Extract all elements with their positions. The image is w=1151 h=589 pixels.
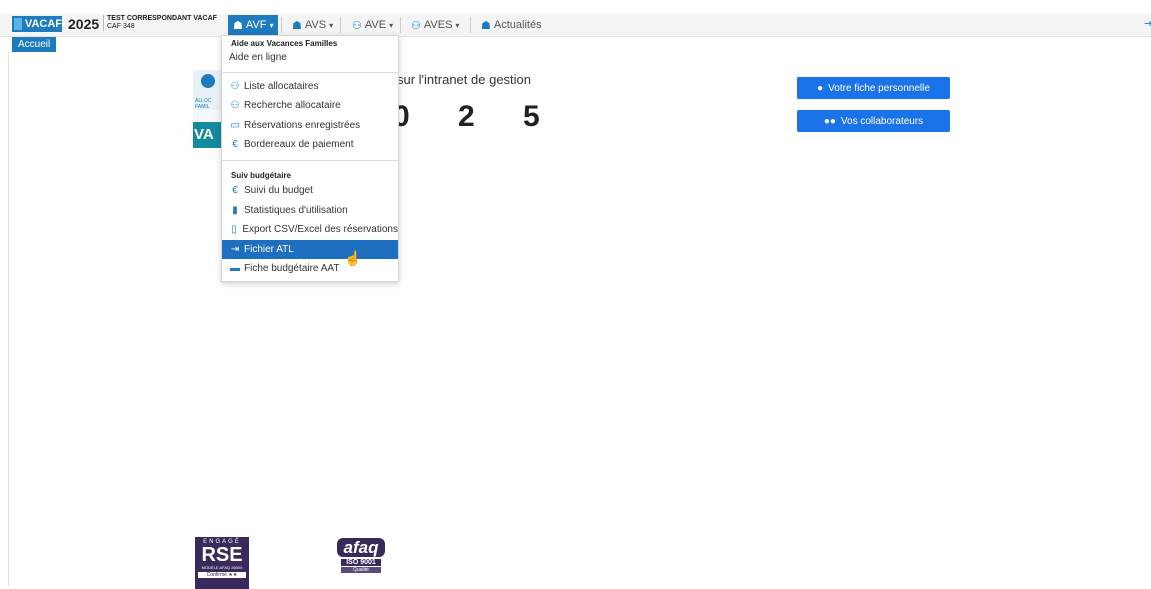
avf-dropdown-menu: Aide aux Vacances Familles Aide en ligne… bbox=[221, 35, 399, 282]
collaborators-label: Vos collaborateurs bbox=[840, 115, 924, 127]
menu-divider bbox=[222, 72, 398, 73]
page-divider bbox=[8, 52, 9, 586]
nav-divider bbox=[340, 17, 341, 33]
nav-ave-label: AVE bbox=[364, 19, 387, 31]
menu-divider bbox=[222, 160, 398, 161]
nav-avf-dropdown[interactable]: ☗ AVF ▾ bbox=[228, 15, 279, 35]
menu-item-aide-en-ligne[interactable]: Aide en ligne bbox=[222, 48, 398, 67]
nav-divider bbox=[400, 17, 401, 33]
current-user: TEST CORRESPONDANT VACAF CAF 348 bbox=[103, 15, 217, 31]
nav-divider bbox=[281, 17, 282, 33]
menu-item-bordereaux[interactable]: € Bordereaux de paiement bbox=[222, 135, 398, 154]
afaq-main-text: afaq bbox=[337, 538, 385, 557]
afaq-badge: afaq ISO 9001 Qualité bbox=[335, 538, 387, 589]
people-icon: ⚇ bbox=[230, 100, 240, 111]
bar-chart-icon: ▮ bbox=[232, 205, 238, 216]
menu-item-label: Export CSV/Excel des réservations bbox=[242, 224, 398, 235]
menu-item-label: Réservations enregistrées bbox=[244, 120, 361, 131]
menu-header-avf: Aide aux Vacances Familles bbox=[231, 39, 338, 48]
rse-main-text: RSE bbox=[201, 544, 243, 566]
chevron-down-icon: ▾ bbox=[389, 20, 394, 30]
menu-item-export-csv[interactable]: ▯ Export CSV/Excel des réservations bbox=[222, 220, 398, 239]
people-icon: ⚇ bbox=[352, 19, 362, 32]
user-org: CAF 348 bbox=[107, 23, 135, 30]
file-csv-icon: ▯ bbox=[231, 224, 237, 235]
vacaf-logo-text: VACAF bbox=[24, 18, 62, 30]
file-export-icon: ⇥ bbox=[230, 244, 240, 255]
user-name: TEST CORRESPONDANT VACAF bbox=[107, 15, 217, 22]
personal-profile-label: Votre fiche personnelle bbox=[828, 82, 930, 94]
menu-item-label: Bordereaux de paiement bbox=[244, 139, 354, 150]
logo-vac-text: VA bbox=[193, 122, 223, 148]
family-icon: ☗ bbox=[481, 19, 491, 32]
bus-icon: ▬ bbox=[230, 263, 240, 274]
tab-accueil[interactable]: Accueil bbox=[12, 37, 57, 52]
family-icon: ☗ bbox=[233, 19, 243, 32]
people-icon: ⚇ bbox=[411, 19, 421, 32]
people-icon: ⚇ bbox=[230, 81, 240, 92]
vacaf-emblem-icon bbox=[14, 18, 22, 30]
nav-avs-dropdown[interactable]: ☗ AVS ▾ bbox=[292, 15, 333, 35]
menu-item-fichier-atl[interactable]: ⇥ Fichier ATL bbox=[222, 240, 398, 259]
brand-year: 2025 bbox=[68, 16, 100, 32]
personal-profile-button[interactable]: ● Votre fiche personnelle bbox=[797, 77, 950, 99]
chevron-down-icon: ▾ bbox=[455, 20, 460, 30]
menu-item-liste-allocataires[interactable]: ⚇ Liste allocataires bbox=[222, 77, 398, 96]
menu-item-label: Recherche allocataire bbox=[244, 100, 341, 111]
vacaf-brand-image: ALLOC FAMIL VA bbox=[193, 70, 223, 148]
menu-item-recherche-allocataire[interactable]: ⚇ Recherche allocataire bbox=[222, 96, 398, 115]
welcome-text: sur l'intranet de gestion bbox=[397, 72, 532, 87]
users-icon: ●● bbox=[823, 115, 836, 127]
afaq-quality-text: Qualité bbox=[341, 567, 381, 573]
rse-sub-text: MODÈLE AFAQ 26000 bbox=[201, 565, 243, 570]
menu-item-reservations[interactable]: ▭ Réservations enregistrées bbox=[222, 116, 398, 135]
euro-icon: € bbox=[232, 139, 238, 150]
menu-item-label: Aide en ligne bbox=[229, 52, 287, 63]
collaborators-button[interactable]: ●● Vos collaborateurs bbox=[797, 110, 950, 132]
afaq-iso-text: ISO 9001 bbox=[341, 559, 381, 566]
menu-item-statistiques[interactable]: ▮ Statistiques d'utilisation bbox=[222, 201, 398, 220]
menu-header-budget: Suiv budgétaire bbox=[231, 171, 292, 180]
vacaf-logo[interactable]: VACAF bbox=[12, 16, 62, 32]
menu-item-label: Statistiques d'utilisation bbox=[244, 205, 348, 216]
menu-item-label: Fichier ATL bbox=[244, 244, 294, 255]
nav-actualites-label: Actualités bbox=[493, 19, 542, 31]
family-icon: ☗ bbox=[292, 19, 302, 32]
logo-caption: ALLOC FAMIL bbox=[195, 98, 212, 110]
logout-icon[interactable]: ⇥ bbox=[1144, 17, 1151, 30]
nav-divider bbox=[470, 17, 471, 33]
nav-ave-dropdown[interactable]: ⚇ AVE ▾ bbox=[352, 15, 393, 35]
menu-item-suivi-budget[interactable]: € Suivi du budget bbox=[222, 181, 398, 200]
nav-avs-label: AVS bbox=[304, 19, 327, 31]
person-icon bbox=[201, 74, 215, 88]
calendar-icon: ▭ bbox=[230, 120, 240, 131]
menu-item-label: Fiche budgétaire AAT bbox=[244, 263, 340, 274]
menu-item-fiche-aat[interactable]: ▬ Fiche budgétaire AAT bbox=[222, 259, 398, 278]
rse-confirm-text: Confirmé ★★ bbox=[198, 572, 246, 578]
hand-cursor-icon: ☝ bbox=[344, 250, 362, 266]
nav-actualites[interactable]: ☗ Actualités bbox=[481, 15, 542, 35]
big-year: 0 2 5 bbox=[393, 100, 560, 133]
nav-aves-dropdown[interactable]: ⚇ AVES ▾ bbox=[411, 15, 459, 35]
chevron-down-icon: ▾ bbox=[269, 20, 274, 30]
rse-badge: ENGAGÉ RSE MODÈLE AFAQ 26000 Confirmé ★★ bbox=[195, 537, 249, 589]
nav-aves-label: AVES bbox=[423, 19, 453, 31]
menu-item-label: Liste allocataires bbox=[244, 81, 319, 92]
user-icon: ● bbox=[817, 82, 824, 94]
nav-avf-label: AVF bbox=[245, 19, 267, 31]
chevron-down-icon: ▾ bbox=[329, 20, 334, 30]
euro-icon: € bbox=[232, 185, 238, 196]
menu-item-label: Suivi du budget bbox=[244, 185, 313, 196]
